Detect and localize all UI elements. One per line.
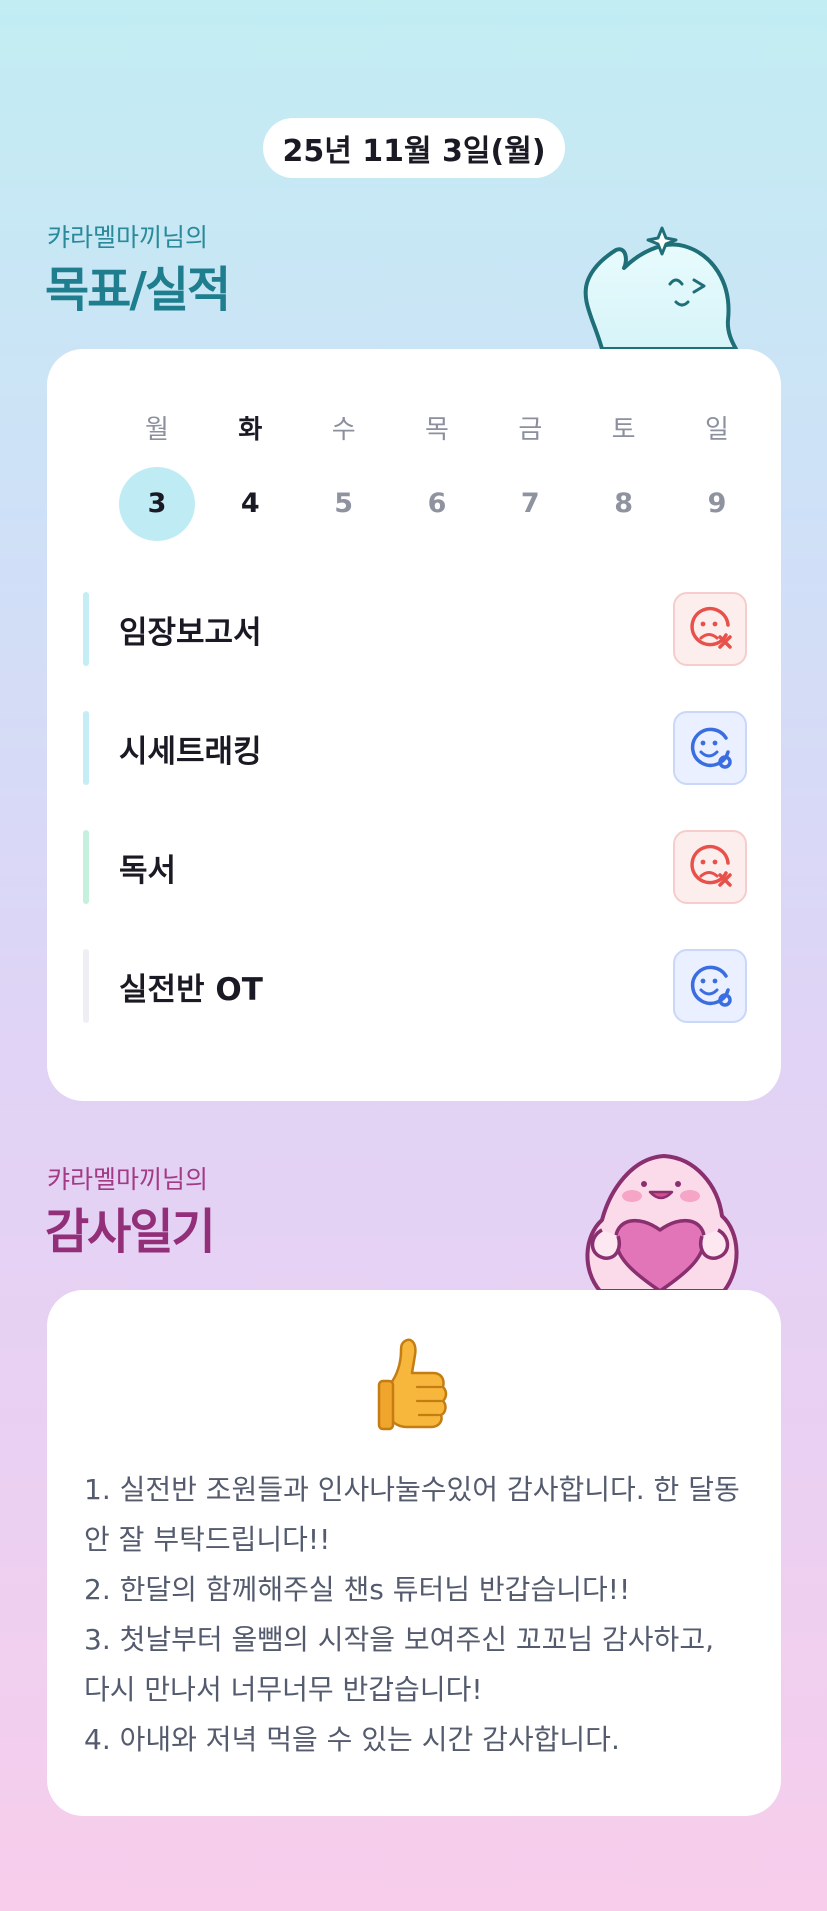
gratitude-line: 3. 첫날부터 올뺌의 시작을 보여주신 꼬꼬님 감사하고, 다시 만나서 너무…	[84, 1623, 714, 1706]
goal-color-bar	[83, 830, 89, 904]
gratitude-title: 감사일기	[45, 1204, 216, 1260]
goal-status-fail[interactable]	[673, 592, 747, 666]
sad-face-fail-icon	[690, 844, 732, 887]
date-row: 3 4 5 6 7 8 9	[119, 467, 755, 541]
weekday-row: 월 화 수 목 금 토 일	[119, 409, 755, 446]
goal-item[interactable]: 독서	[83, 830, 747, 904]
gratitude-subtitle: 캬라멜마끼님의	[47, 1165, 209, 1194]
goal-color-bar	[83, 592, 89, 666]
waving-character-icon	[583, 226, 738, 350]
weekday-label: 토	[611, 415, 636, 445]
goals-subtitle: 캬라멜마끼님의	[47, 223, 209, 252]
gratitude-line: 4. 아내와 저녁 먹을 수 있는 시간 감사합니다.	[84, 1723, 620, 1756]
smile-face-done-icon	[690, 727, 732, 769]
weekday-label: 월	[145, 415, 169, 445]
goal-label: 실전반 OT	[119, 971, 263, 1008]
date-cell[interactable]: 8	[586, 467, 662, 541]
weekday-label: 일	[705, 415, 729, 445]
goal-label: 독서	[119, 852, 177, 889]
sad-face-fail-icon	[690, 606, 732, 649]
goal-color-bar	[83, 949, 89, 1023]
weekday-label: 목	[425, 415, 449, 445]
goal-status-done[interactable]	[673, 949, 747, 1023]
heart-character-icon	[585, 1154, 739, 1292]
thumbs-up-icon	[377, 1338, 448, 1431]
date-cell[interactable]: 4	[212, 467, 288, 541]
date-header[interactable]: 25년 11월 3일(월)	[263, 118, 565, 178]
weekday-label: 금	[518, 415, 543, 445]
gratitude-line: 2. 한달의 함께해주실 챈s 튜터님 반갑습니다!!	[84, 1573, 631, 1606]
weekday-label: 수	[331, 415, 356, 445]
goals-card: 월 화 수 목 금 토 일 3 4 5 6 7 8 9 임장보고서 시세트래킹	[47, 349, 781, 1101]
date-cell[interactable]: 6	[399, 467, 475, 541]
weekday-label: 화	[238, 415, 263, 445]
date-cell[interactable]: 7	[492, 467, 568, 541]
goal-item[interactable]: 임장보고서	[83, 592, 747, 666]
date-cell[interactable]: 5	[306, 467, 382, 541]
goal-status-done[interactable]	[673, 711, 747, 785]
smile-face-done-icon	[690, 965, 732, 1007]
date-cell-selected[interactable]: 3	[119, 467, 195, 541]
goal-label: 임장보고서	[119, 614, 262, 651]
goal-status-fail[interactable]	[673, 830, 747, 904]
gratitude-card: 1. 실전반 조원들과 인사나눌수있어 감사합니다. 한 달동안 잘 부탁드립니…	[47, 1290, 781, 1816]
gratitude-line: 1. 실전반 조원들과 인사나눌수있어 감사합니다. 한 달동안 잘 부탁드립니…	[84, 1473, 740, 1556]
goal-color-bar	[83, 711, 89, 785]
goal-item[interactable]: 시세트래킹	[83, 711, 747, 785]
goal-item[interactable]: 실전반 OT	[83, 949, 747, 1023]
gratitude-text: 1. 실전반 조원들과 인사나눌수있어 감사합니다. 한 달동안 잘 부탁드립니…	[84, 1465, 744, 1765]
date-cell[interactable]: 9	[679, 467, 755, 541]
goals-title: 목표/실적	[45, 262, 231, 318]
goal-label: 시세트래킹	[119, 733, 262, 770]
